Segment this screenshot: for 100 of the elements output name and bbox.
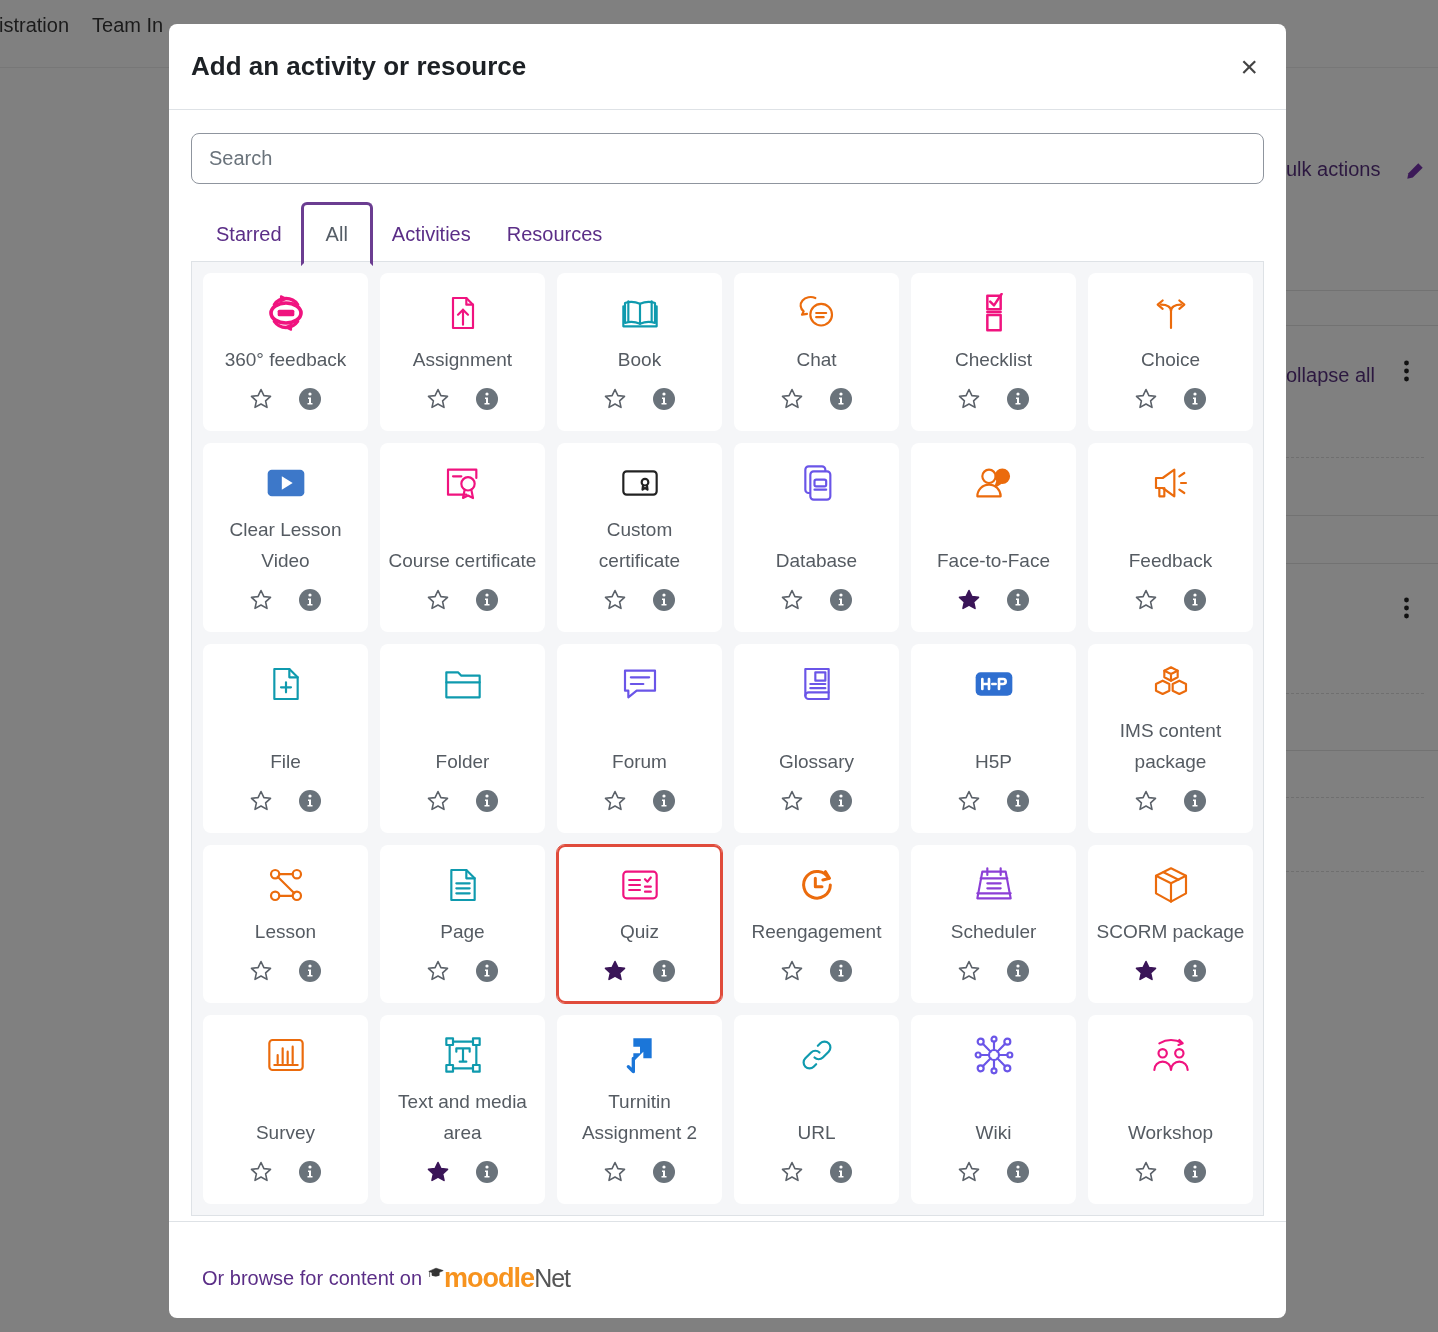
info-icon[interactable]: [298, 387, 322, 411]
star-icon[interactable]: [603, 1160, 627, 1184]
star-icon[interactable]: [249, 588, 273, 612]
info-icon[interactable]: [475, 789, 499, 813]
star-icon[interactable]: [780, 789, 804, 813]
more-options-icon[interactable]: [1403, 359, 1410, 383]
star-icon[interactable]: [780, 1160, 804, 1184]
activity-card[interactable]: Book: [557, 273, 722, 431]
activity-card[interactable]: H5P: [911, 644, 1076, 833]
info-icon[interactable]: [298, 789, 322, 813]
info-icon[interactable]: [1006, 588, 1030, 612]
activity-card[interactable]: File: [203, 644, 368, 833]
star-icon[interactable]: [249, 387, 273, 411]
info-icon[interactable]: [829, 789, 853, 813]
activity-card[interactable]: Lesson: [203, 845, 368, 1003]
tab[interactable]: Starred: [199, 202, 299, 266]
activity-card[interactable]: Survey: [203, 1015, 368, 1204]
star-icon[interactable]: [603, 588, 627, 612]
activity-card[interactable]: Database: [734, 443, 899, 632]
info-icon[interactable]: [652, 588, 676, 612]
star-icon[interactable]: [426, 789, 450, 813]
star-icon[interactable]: [1134, 588, 1158, 612]
star-icon[interactable]: [780, 387, 804, 411]
activity-card[interactable]: Clear Lesson Video: [203, 443, 368, 632]
collapse-all-link[interactable]: ollapse all: [1286, 364, 1375, 387]
star-icon[interactable]: [1134, 387, 1158, 411]
info-icon[interactable]: [1006, 959, 1030, 983]
info-icon[interactable]: [829, 959, 853, 983]
star-icon[interactable]: [957, 789, 981, 813]
activity-card[interactable]: Wiki: [911, 1015, 1076, 1204]
activity-card[interactable]: Assignment: [380, 273, 545, 431]
star-icon[interactable]: [426, 387, 450, 411]
activity-card[interactable]: Text and media area: [380, 1015, 545, 1204]
info-icon[interactable]: [829, 1160, 853, 1184]
activity-card[interactable]: Turnitin Assignment 2: [557, 1015, 722, 1204]
star-icon[interactable]: [1134, 959, 1158, 983]
activity-card[interactable]: URL: [734, 1015, 899, 1204]
info-icon[interactable]: [1006, 387, 1030, 411]
info-icon[interactable]: [829, 387, 853, 411]
info-icon[interactable]: [1183, 588, 1207, 612]
star-icon[interactable]: [426, 1160, 450, 1184]
info-icon[interactable]: [1006, 789, 1030, 813]
info-icon[interactable]: [1183, 1160, 1207, 1184]
info-icon[interactable]: [652, 387, 676, 411]
nav-link[interactable]: istration: [0, 14, 70, 37]
activity-card[interactable]: Chat: [734, 273, 899, 431]
activity-card[interactable]: Workshop: [1088, 1015, 1253, 1204]
activity-card[interactable]: 360° feedback: [203, 273, 368, 431]
star-icon[interactable]: [426, 959, 450, 983]
bulk-actions-link[interactable]: ulk actions: [1286, 158, 1381, 181]
info-icon[interactable]: [1183, 387, 1207, 411]
activity-card[interactable]: Folder: [380, 644, 545, 833]
info-icon[interactable]: [829, 588, 853, 612]
activity-card[interactable]: Feedback: [1088, 443, 1253, 632]
star-icon[interactable]: [957, 1160, 981, 1184]
info-icon[interactable]: [1183, 959, 1207, 983]
star-icon[interactable]: [249, 959, 273, 983]
activity-card[interactable]: Reengagement: [734, 845, 899, 1003]
activity-card[interactable]: Scheduler: [911, 845, 1076, 1003]
activity-card[interactable]: Checklist: [911, 273, 1076, 431]
activity-card[interactable]: Choice: [1088, 273, 1253, 431]
activity-card[interactable]: Quiz: [557, 845, 722, 1003]
star-icon[interactable]: [780, 588, 804, 612]
moodlenet-logo-suffix[interactable]: Net: [534, 1263, 571, 1293]
star-icon[interactable]: [249, 789, 273, 813]
more-options-icon[interactable]: [1403, 596, 1410, 620]
info-icon[interactable]: [298, 959, 322, 983]
nav-link[interactable]: Team In: [92, 14, 164, 37]
activity-card[interactable]: Page: [380, 845, 545, 1003]
activity-card[interactable]: Course certificate: [380, 443, 545, 632]
activity-card[interactable]: Custom certificate: [557, 443, 722, 632]
info-icon[interactable]: [1183, 789, 1207, 813]
activity-card[interactable]: Forum: [557, 644, 722, 833]
info-icon[interactable]: [652, 789, 676, 813]
close-button[interactable]: ×: [1234, 51, 1264, 82]
activity-card[interactable]: Glossary: [734, 644, 899, 833]
star-icon[interactable]: [603, 959, 627, 983]
star-icon[interactable]: [603, 789, 627, 813]
info-icon[interactable]: [475, 1160, 499, 1184]
star-icon[interactable]: [780, 959, 804, 983]
info-icon[interactable]: [1006, 1160, 1030, 1184]
tab[interactable]: Resources: [489, 202, 620, 266]
info-icon[interactable]: [475, 387, 499, 411]
info-icon[interactable]: [298, 588, 322, 612]
star-icon[interactable]: [957, 387, 981, 411]
info-icon[interactable]: [298, 1160, 322, 1184]
star-icon[interactable]: [957, 588, 981, 612]
info-icon[interactable]: [475, 588, 499, 612]
star-icon[interactable]: [249, 1160, 273, 1184]
activity-card[interactable]: Face-to-Face: [911, 443, 1076, 632]
star-icon[interactable]: [957, 959, 981, 983]
star-icon[interactable]: [426, 588, 450, 612]
info-icon[interactable]: [652, 959, 676, 983]
tab[interactable]: Activities: [374, 202, 488, 266]
star-icon[interactable]: [1134, 1160, 1158, 1184]
activity-card[interactable]: SCORM package: [1088, 845, 1253, 1003]
info-icon[interactable]: [475, 959, 499, 983]
star-icon[interactable]: [603, 387, 627, 411]
star-icon[interactable]: [1134, 789, 1158, 813]
activity-card[interactable]: IMS content package: [1088, 644, 1253, 833]
